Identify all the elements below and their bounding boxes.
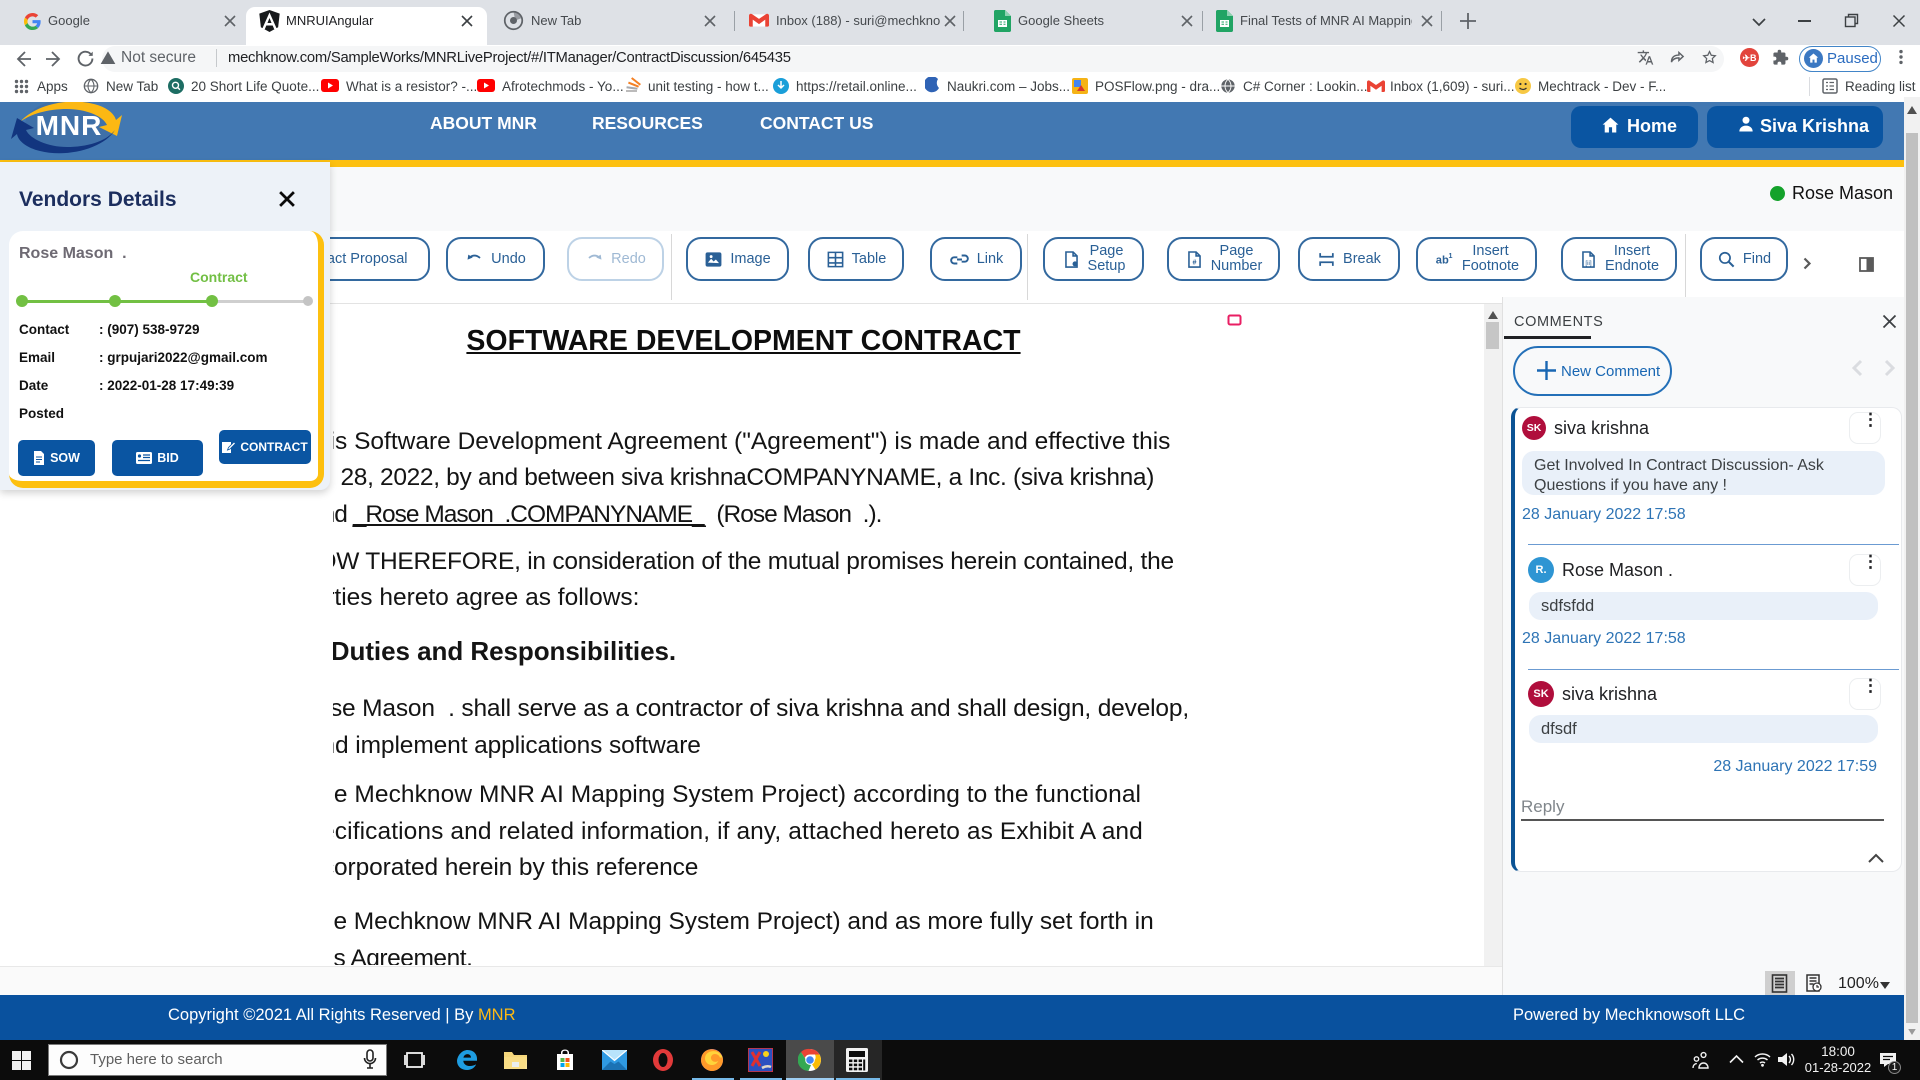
svg-text:ab: ab [1436, 254, 1449, 266]
svg-text:✈B: ✈B [1742, 53, 1757, 63]
svg-text:1: 1 [1448, 251, 1452, 259]
svg-text:MNR: MNR [36, 110, 103, 141]
svg-text:[ii]: [ii] [1585, 260, 1592, 267]
svg-text:#: # [1192, 258, 1196, 266]
